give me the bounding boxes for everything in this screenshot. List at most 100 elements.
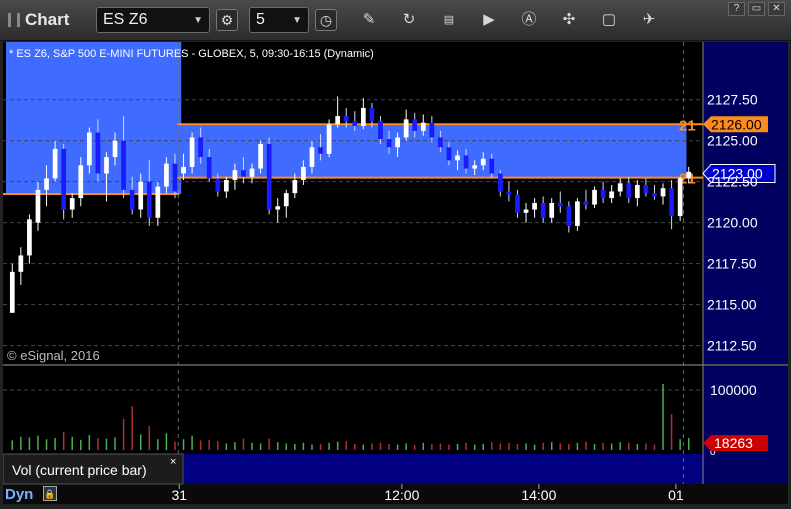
candle-body[interactable] [686,171,692,179]
candle-body[interactable] [18,255,24,272]
candle-body[interactable] [506,191,512,195]
candle-body[interactable] [326,124,332,154]
candle-body[interactable] [634,184,640,199]
candle-body[interactable] [532,202,537,210]
candle-body[interactable] [420,122,426,131]
candle-body[interactable] [515,194,520,213]
candle-body[interactable] [258,143,263,169]
candle-body[interactable] [223,180,229,192]
candle-body[interactable] [609,191,615,199]
candle-body[interactable] [540,202,546,218]
candle-body[interactable] [652,193,657,197]
candle-body[interactable] [9,271,15,313]
candle-body[interactable] [403,119,409,138]
price-axis[interactable] [703,42,788,364]
symbol-input[interactable]: ES Z6 ▼ [96,7,210,33]
candle-body[interactable] [52,148,58,179]
candle-body[interactable] [275,206,281,210]
candle-body[interactable] [480,158,486,166]
close-icon[interactable]: ✕ [768,2,785,16]
chevron-down-icon[interactable]: ▼ [193,15,203,26]
window-title[interactable]: Chart [8,10,69,30]
candle-body[interactable] [463,155,469,169]
candle-body[interactable] [369,107,375,122]
candle-body[interactable] [215,178,221,192]
comment-icon[interactable]: ▢ [598,9,620,31]
candle-body[interactable] [549,202,555,218]
twitter-icon[interactable]: ✈ [638,9,660,31]
candle-body[interactable] [155,186,161,218]
candle-body[interactable] [386,139,392,148]
candle-body[interactable] [206,157,212,179]
candle-body[interactable] [138,181,144,210]
lock-icon[interactable]: 🔒 [43,486,57,501]
candle-body[interactable] [104,157,109,174]
minimize-icon[interactable]: ▭ [748,2,765,16]
candle-body[interactable] [249,168,255,177]
candle-body[interactable] [146,181,152,218]
candle-body[interactable] [318,147,323,154]
candle-body[interactable] [669,188,674,217]
candle-body[interactable] [523,209,529,213]
candle-body[interactable] [335,116,341,125]
close-icon[interactable]: × [170,456,176,468]
candle-body[interactable] [489,158,495,174]
candle-body[interactable] [283,193,289,207]
volume-panel[interactable] [3,366,703,454]
candle-body[interactable] [660,188,666,197]
candle-body[interactable] [429,122,435,138]
candle-body[interactable] [172,163,178,192]
candle-body[interactable] [198,137,204,158]
candle-body[interactable] [44,178,49,190]
candle-body[interactable] [181,166,186,174]
candle-body[interactable] [189,137,195,167]
candle-body[interactable] [86,132,92,166]
candle-body[interactable] [583,201,589,205]
candle-body[interactable] [112,140,118,158]
dynamic-label[interactable]: Dyn [5,486,33,503]
candle-body[interactable] [446,147,452,161]
candle-body[interactable] [566,206,572,226]
help-icon[interactable]: ? [728,2,745,16]
candle-body[interactable] [129,189,135,210]
candle-body[interactable] [360,107,366,126]
get-data-icon[interactable]: ▤ [438,9,460,31]
candle-body[interactable] [677,178,683,217]
clock-icon[interactable]: ◷ [315,9,337,31]
candle-body[interactable] [497,173,503,192]
alert-icon[interactable]: Ⓐ [518,9,540,31]
candle-body[interactable] [309,147,315,167]
candle-body[interactable] [27,219,32,256]
candle-body[interactable] [61,148,67,210]
candle-body[interactable] [412,119,418,131]
candle-body[interactable] [69,198,75,210]
candle-body[interactable] [643,184,649,194]
candle-body[interactable] [455,155,460,161]
chart-svg[interactable]: 21 2126.0021 2123.00 2127.502125.002122.50… [3,42,788,504]
candle-body[interactable] [121,140,126,190]
candle-body[interactable] [266,143,272,210]
refresh-icon[interactable]: ↻ [398,9,420,31]
candle-body[interactable] [600,189,606,199]
candle-body[interactable] [617,183,623,192]
settings-gear-icon[interactable]: ⚙ [216,9,238,31]
candle-body[interactable] [164,163,169,187]
candle-body[interactable] [301,166,306,181]
interval-input[interactable]: 5 ▼ [249,7,309,33]
candle-body[interactable] [395,137,400,148]
candle-body[interactable] [592,189,597,205]
chevron-down-icon[interactable]: ▼ [292,15,302,26]
candle-body[interactable] [378,121,383,140]
candle-body[interactable] [232,170,238,181]
candle-body[interactable] [472,165,478,169]
candle-body[interactable] [575,201,580,226]
candle-body[interactable] [352,121,358,126]
pencil-icon[interactable]: ✎ [358,9,380,31]
candle-body[interactable] [95,132,101,174]
play-icon[interactable]: ▶ [478,9,500,31]
candle-body[interactable] [343,116,349,122]
candle-body[interactable] [35,189,41,223]
chart-area[interactable]: 21 2126.00 21 2123.00 2127.50 2125.00 2122.50… [3,42,788,504]
candle-body[interactable] [626,183,632,199]
link-icon[interactable]: ✣ [558,9,580,31]
